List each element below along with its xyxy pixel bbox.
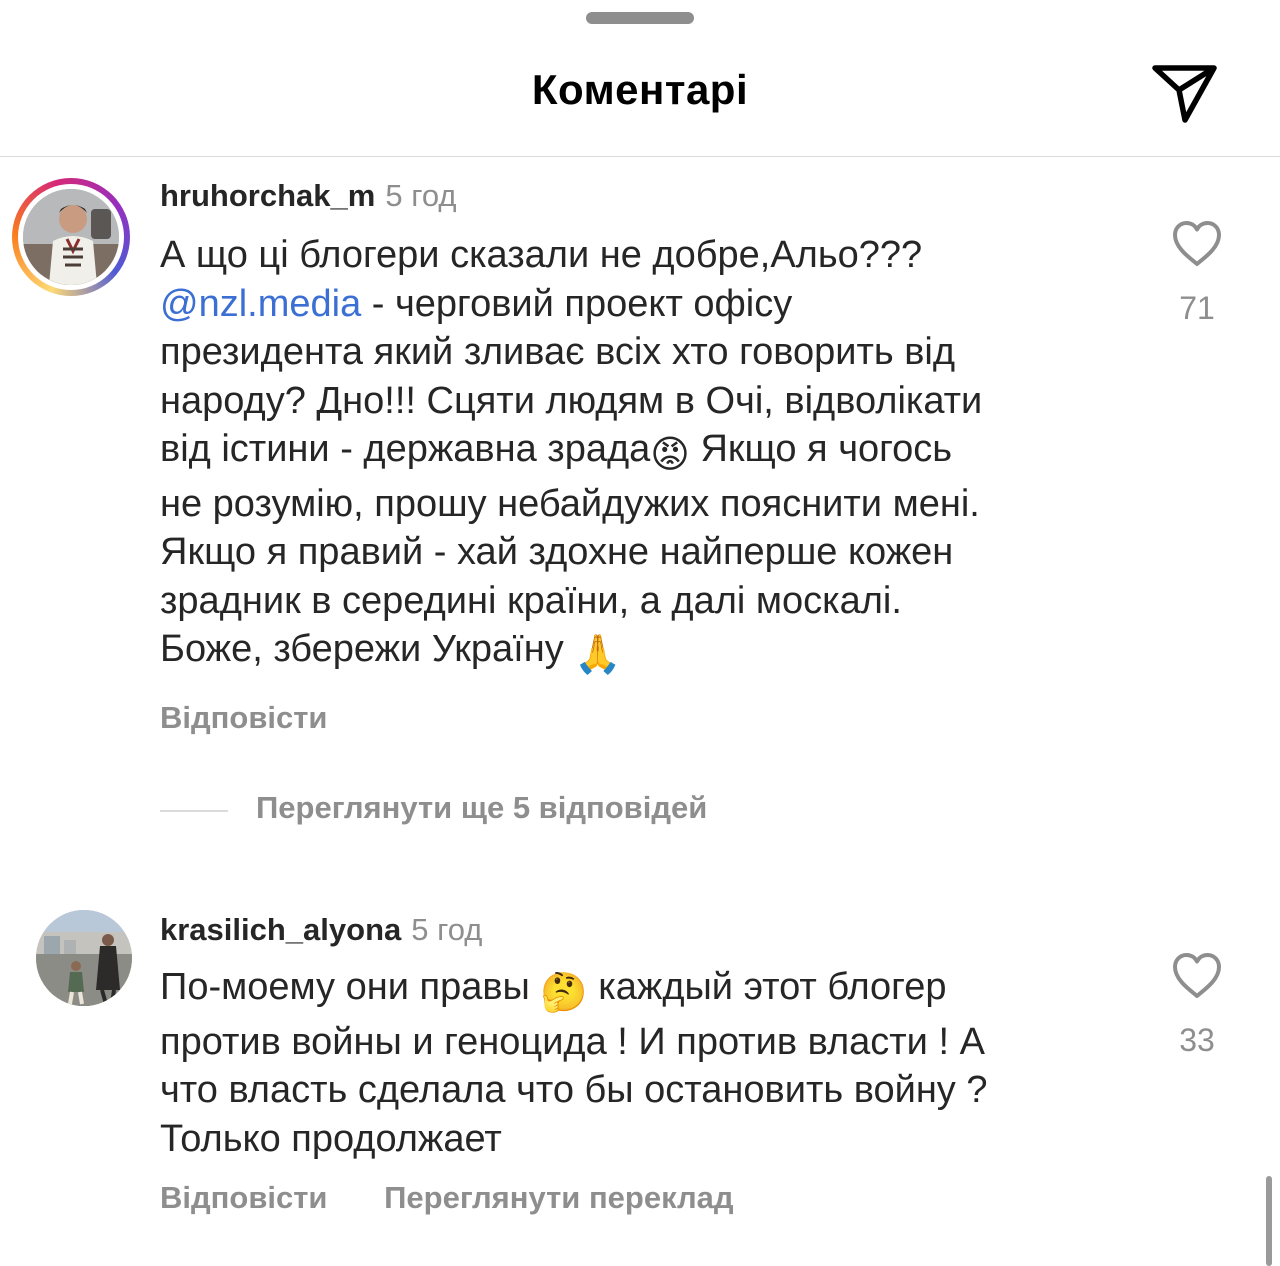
comment-text: А що ці блогери сказали не добре,Альо???…: [160, 231, 1150, 680]
comment-text: По-моему они правы 🤔 каждый этот блогер …: [160, 963, 1150, 1163]
reply-button[interactable]: Відповісти: [160, 700, 328, 735]
comment-time: 5 год: [411, 912, 483, 947]
comments-sheet: Коментарі hruhorchak_m 5 год А що ці бло…: [0, 0, 1280, 1266]
avatar[interactable]: [36, 910, 132, 1006]
sheet-grab-handle[interactable]: [586, 12, 694, 24]
replies-divider: [160, 810, 228, 812]
like-column: 33: [1150, 952, 1244, 1059]
reply-button[interactable]: Відповісти: [160, 1180, 328, 1215]
folded-hands-emoji: 🙏: [574, 634, 622, 676]
comment-meta: krasilich_alyona 5 год: [160, 910, 482, 950]
page-title: Коментарі: [531, 66, 749, 113]
like-count: 33: [1179, 1022, 1215, 1058]
comment-meta: hruhorchak_m 5 год: [160, 176, 456, 216]
heart-icon[interactable]: [1171, 220, 1223, 268]
comment-actions: Відповісти Переглянути переклад: [160, 1180, 734, 1216]
like-column: 71: [1150, 220, 1244, 327]
comment-username[interactable]: krasilich_alyona: [160, 912, 401, 947]
see-translation-button[interactable]: Переглянути переклад: [384, 1180, 733, 1215]
angry-face-emoji: 😡: [650, 434, 690, 476]
comment-text-part: По-моему они правы: [160, 966, 541, 1008]
avatar-photo: [23, 189, 119, 285]
comment-time: 5 год: [385, 178, 457, 213]
comments-header: Коментарі: [0, 40, 1280, 157]
avatar[interactable]: [12, 178, 130, 296]
like-count: 71: [1179, 290, 1215, 326]
comment-actions: Відповісти: [160, 700, 328, 736]
comment-text-line-1: А що ці блогери сказали не добре,Альо???: [160, 234, 923, 276]
thinking-face-emoji: 🤔: [540, 972, 588, 1014]
mention-link[interactable]: @nzl.media: [160, 283, 361, 325]
view-replies-label: Переглянути ще 5 відповідей: [256, 790, 708, 825]
scrollbar[interactable]: [1266, 1176, 1272, 1266]
comment-username[interactable]: hruhorchak_m: [160, 178, 375, 213]
paper-plane-icon[interactable]: [1148, 54, 1222, 128]
heart-icon[interactable]: [1171, 952, 1223, 1000]
